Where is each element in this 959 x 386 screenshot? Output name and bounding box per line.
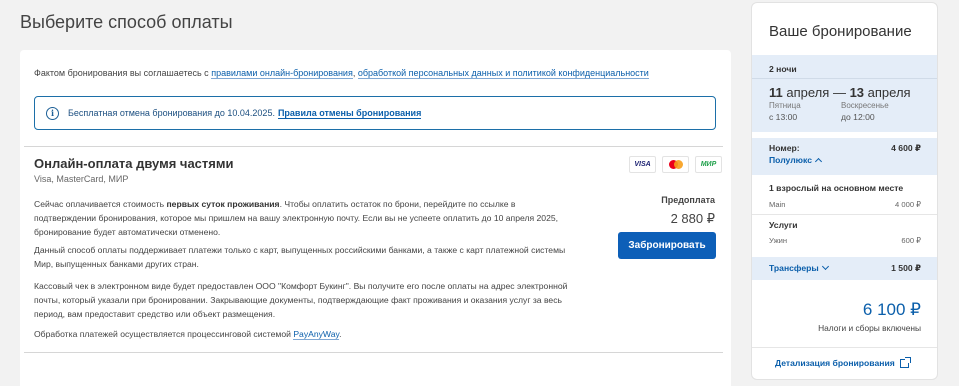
checkin-weekday: Пятница (769, 101, 801, 110)
info-icon: i (46, 106, 59, 120)
divider (24, 146, 723, 147)
booking-summary-title: Ваше бронирование (769, 23, 912, 40)
guests-label: 1 взрослый на основном месте (769, 183, 904, 193)
transfers-price: 1 500 ₽ (891, 263, 921, 273)
booking-rules-link[interactable]: правилами онлайн-бронирования (211, 68, 353, 79)
payment-description-3: Кассовый чек в электронном виде будет пр… (34, 281, 568, 319)
payment-description-4: Обработка платежей осуществляется процес… (34, 329, 342, 340)
agreement-text: Фактом бронирования вы соглашаетесь с пр… (34, 68, 649, 79)
divider (752, 78, 937, 79)
total-note: Налоги и сборы включены (818, 323, 921, 333)
services-label: Услуги (769, 220, 798, 230)
main-rate-price: 4 000 ₽ (895, 200, 921, 209)
payanyway-link[interactable]: PayAnyWay (293, 329, 340, 340)
total-price: 6 100 ₽ (862, 300, 921, 319)
prepayment-label: Предоплата (661, 195, 715, 205)
cancellation-text: Бесплатная отмена бронирования до 10.04.… (68, 108, 275, 118)
privacy-policy-link[interactable]: обработкой персональных данных и политик… (357, 68, 649, 79)
booking-details-link[interactable]: Детализация бронирования (775, 356, 911, 368)
page-title: Выберите способ оплаты (20, 12, 233, 32)
date-range: 11 апреля — 13 апреля (769, 85, 911, 100)
agreement-sep: , (352, 68, 356, 78)
dinner-price: 600 ₽ (901, 236, 921, 245)
mastercard-icon (662, 156, 689, 173)
agreement-prefix: Фактом бронирования вы соглашаетесь с (34, 68, 209, 78)
divider (752, 347, 937, 348)
main-rate-label: Main (769, 200, 786, 209)
cancellation-rules-link[interactable]: Правила отмены бронирования (277, 108, 422, 119)
payment-description-2: Данный способ оплаты поддерживает платеж… (34, 245, 566, 269)
divider (752, 214, 937, 215)
room-label: Номер: (769, 143, 800, 153)
checkout-weekday: Воскресенье (841, 101, 889, 110)
checkout-time: до 12:00 (841, 112, 875, 122)
transfers-toggle[interactable]: Трансферы (769, 262, 829, 273)
payment-card: Фактом бронирования вы соглашаетесь с пр… (20, 50, 731, 386)
chevron-down-icon (821, 262, 829, 271)
payment-option-title: Онлайн-оплата двумя частями (34, 156, 234, 171)
visa-icon: VISA (629, 156, 656, 173)
mir-icon: МИР (695, 156, 722, 173)
checkin-time: с 13:00 (769, 112, 798, 122)
nights-count: 2 ночи (769, 64, 797, 74)
divider (24, 352, 723, 353)
dinner-label: Ужин (769, 236, 788, 245)
booking-summary: Ваше бронирование 2 ночи 11 апреля — 13 … (751, 2, 938, 380)
chevron-up-icon (814, 157, 823, 166)
book-button[interactable]: Забронировать (618, 232, 716, 259)
payment-description-1: Сейчас оплачивается стоимость первых сут… (34, 199, 559, 237)
payment-system-icons: VISA МИР (629, 156, 722, 173)
external-link-icon (899, 356, 911, 368)
room-name-toggle[interactable]: Полулюкс (769, 155, 823, 166)
cancellation-notice: i Бесплатная отмена бронирования до 10.0… (34, 96, 716, 130)
prepayment-amount: 2 880 ₽ (670, 211, 715, 226)
room-price: 4 600 ₽ (891, 143, 921, 153)
payment-option-subtitle: Visa, MasterCard, МИР (34, 174, 129, 184)
